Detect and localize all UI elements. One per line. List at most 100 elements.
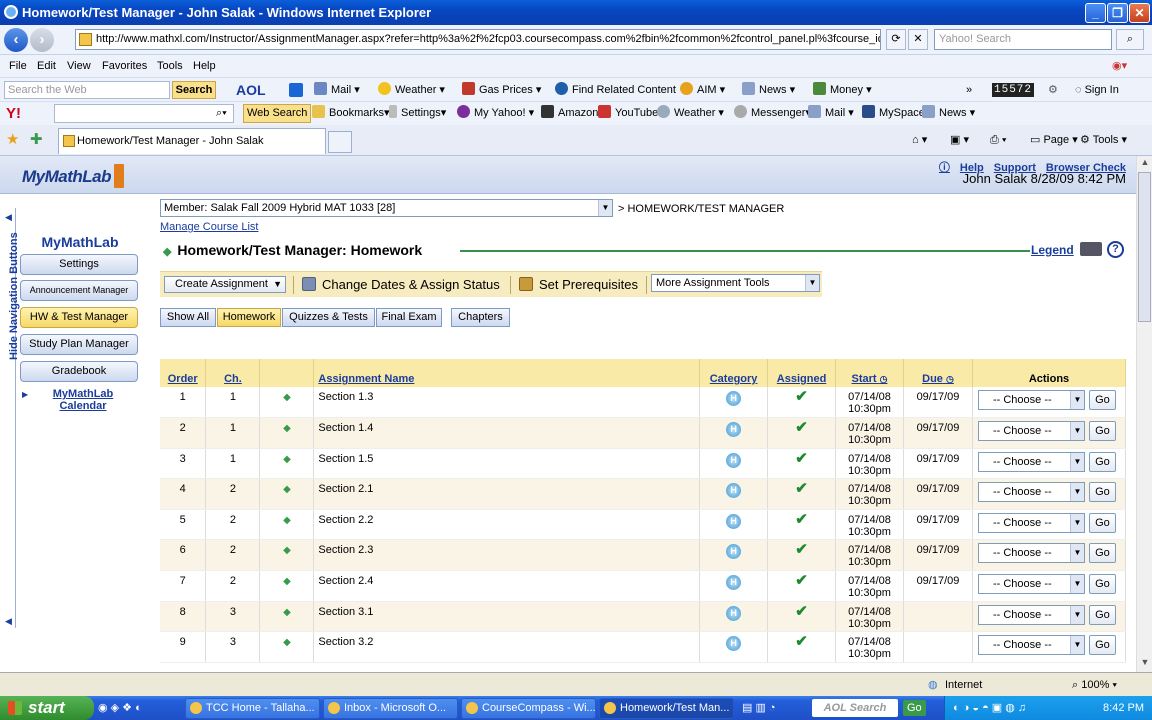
col-category[interactable]: Category [699, 359, 769, 387]
refresh-icon[interactable]: ⟳ [886, 29, 906, 50]
vertical-scrollbar[interactable]: ▲ ▼ [1136, 156, 1152, 672]
hide-navigation-strip[interactable]: ◀ Hide Navigation Buttons ◀ [2, 208, 20, 628]
menu-view[interactable]: View [67, 55, 91, 77]
more-chevron-icon[interactable]: » [966, 78, 972, 102]
task-tcc-home[interactable]: TCC Home - Tallaha... [185, 698, 320, 719]
go-button[interactable]: Go [1088, 635, 1116, 656]
filter-chapters[interactable]: Chapters [451, 308, 510, 327]
maximize-button[interactable]: ❐ [1107, 3, 1128, 23]
print-icon[interactable]: ⎙ ▾ [990, 125, 1006, 155]
assignment-name[interactable]: Section 2.1 [313, 478, 701, 510]
minimize-button[interactable]: _ [1085, 3, 1106, 23]
manage-course-list-link[interactable]: Manage Course List [160, 221, 258, 233]
add-favorites-icon[interactable]: ✚ [30, 125, 43, 155]
go-button[interactable]: Go [1088, 482, 1116, 503]
menu-help[interactable]: Help [193, 55, 216, 77]
col-start[interactable]: Start ◷ [835, 359, 904, 387]
filter-final-exam[interactable]: Final Exam [376, 308, 442, 327]
forward-button[interactable]: › [30, 28, 54, 52]
go-button[interactable]: Go [1088, 451, 1116, 472]
assignment-name[interactable]: Section 3.1 [313, 601, 701, 633]
col-order[interactable]: Order [160, 359, 207, 387]
yahoo-news[interactable]: News ▾ [922, 102, 975, 125]
go-button[interactable]: Go [1088, 574, 1116, 595]
close-button[interactable]: ✕ [1129, 3, 1150, 23]
aol-search-box[interactable]: AOL Search [812, 699, 898, 717]
feeds-icon[interactable]: ▣ ▾ [950, 125, 969, 155]
quick-launch-icons[interactable]: ◉ ◈ ❖ ◐ [98, 696, 142, 720]
tray-icons[interactable]: ◐ ◑ ◒ ◓ ▣ ◍ ♫ [953, 696, 1026, 720]
aol-aim[interactable]: AIM ▾ [680, 78, 725, 102]
yahoo-weather[interactable]: Weather ▾ [657, 102, 724, 125]
filter-show-all[interactable]: Show All [160, 308, 216, 327]
assignment-name[interactable]: Section 2.4 [313, 570, 701, 602]
search-icon[interactable]: ⌕▾ [216, 102, 227, 125]
aol-search-input[interactable]: Search the Web [4, 81, 170, 99]
go-button[interactable]: Go [1088, 543, 1116, 564]
back-button[interactable]: ‹ [4, 28, 28, 52]
scroll-down-icon[interactable]: ▼ [1139, 657, 1151, 671]
actions-select[interactable]: -- Choose -- ▼ [977, 574, 1085, 595]
tools-menu[interactable]: ⚙ Tools ▾ [1080, 125, 1127, 155]
more-assignment-tools-select[interactable]: More Assignment Tools ▼ [651, 274, 820, 292]
aol-news[interactable]: News ▾ [742, 78, 795, 102]
menu-favorites[interactable]: Favorites [102, 55, 147, 77]
assignment-name[interactable]: Section 3.2 [313, 631, 701, 663]
aol-money[interactable]: Money ▾ [813, 78, 872, 102]
aol-weather[interactable]: Weather ▾ [378, 78, 445, 102]
yahoo-settings[interactable]: Settings▾ [389, 102, 446, 125]
go-button[interactable]: Go [1088, 390, 1116, 410]
favorites-star-icon[interactable]: ★ [6, 125, 19, 155]
zoom-control[interactable]: ⌕ 100% ▾ [1072, 673, 1117, 697]
assignment-name[interactable]: Section 2.2 [313, 509, 701, 541]
menu-file[interactable]: File [9, 55, 27, 77]
actions-select[interactable]: -- Choose -- ▼ [977, 421, 1085, 442]
nav-announcement-manager[interactable]: Announcement Manager [20, 280, 138, 301]
hide-navigation-label[interactable]: Hide Navigation Buttons [8, 232, 20, 360]
go-button[interactable]: Go [1088, 421, 1116, 442]
task-homework-test-manager[interactable]: Homework/Test Man... [599, 698, 734, 719]
aol-gas-prices[interactable]: Gas Prices ▾ [462, 78, 541, 102]
task-coursecompass[interactable]: CourseCompass - Wi... [461, 698, 596, 719]
actions-select[interactable]: -- Choose -- ▼ [977, 543, 1085, 564]
gear-icon[interactable]: ⚙ [1048, 78, 1058, 102]
aol-sign-in[interactable]: ◌ Sign In [1075, 78, 1119, 102]
yahoo-youtube[interactable]: YouTube [598, 102, 658, 125]
assignment-name[interactable]: Section 1.5 [313, 448, 701, 480]
assignment-name[interactable]: Section 1.4 [313, 417, 701, 449]
calendar-link[interactable]: MyMathLab Calendar [44, 388, 122, 412]
add-icon[interactable] [289, 83, 303, 97]
actions-select[interactable]: -- Choose -- ▼ [977, 635, 1085, 656]
aol-find-related[interactable]: Find Related Content [555, 78, 676, 102]
nav-hw-test-manager[interactable]: HW & Test Manager [20, 307, 138, 328]
toolbar-options-icon[interactable]: ◉▾ [1112, 55, 1127, 77]
home-icon[interactable]: ⌂ ▾ [912, 125, 927, 155]
col-due[interactable]: Due ◷ [903, 359, 973, 387]
actions-select[interactable]: -- Choose -- ▼ [977, 482, 1085, 503]
go-button[interactable]: Go [1088, 604, 1116, 625]
actions-select[interactable]: -- Choose -- ▼ [977, 512, 1085, 533]
scroll-up-icon[interactable]: ▲ [1139, 157, 1151, 171]
col-chapter[interactable]: Ch. [205, 359, 261, 387]
col-assigned[interactable]: Assigned [767, 359, 837, 387]
yahoo-bookmarks[interactable]: Bookmarks▾ [312, 102, 390, 125]
menu-edit[interactable]: Edit [37, 55, 56, 77]
stop-icon[interactable]: ✕ [908, 29, 928, 50]
page-menu[interactable]: ▭ Page ▾ [1030, 125, 1078, 155]
yahoo-search-input[interactable]: Yahoo! Search [934, 29, 1112, 50]
tray-icons-left[interactable]: ▤ ▥ ◔ [742, 696, 776, 720]
nav-gradebook[interactable]: Gradebook [20, 361, 138, 382]
yahoo-myyahoo[interactable]: My Yahoo! ▾ [457, 102, 534, 125]
yahoo-mail[interactable]: Mail ▾ [808, 102, 854, 125]
help-icon[interactable]: ? [1107, 241, 1124, 258]
yahoo-web-search-button[interactable]: Web Search [243, 104, 312, 123]
change-dates-button[interactable]: Change Dates & Assign Status [302, 277, 500, 292]
search-icon[interactable]: ⌕ [1116, 29, 1144, 50]
collapse-arrow-icon[interactable]: ◀ [5, 616, 12, 627]
nav-calendar[interactable]: ▶ MyMathLab Calendar [20, 388, 140, 428]
nav-study-plan-manager[interactable]: Study Plan Manager [20, 334, 138, 355]
tab-homework-test-manager[interactable]: Homework/Test Manager - John Salak [58, 128, 326, 154]
collapse-arrow-icon[interactable]: ◀ [5, 212, 12, 223]
new-tab-button[interactable] [328, 131, 352, 153]
actions-select[interactable]: -- Choose -- ▼ [977, 451, 1085, 472]
